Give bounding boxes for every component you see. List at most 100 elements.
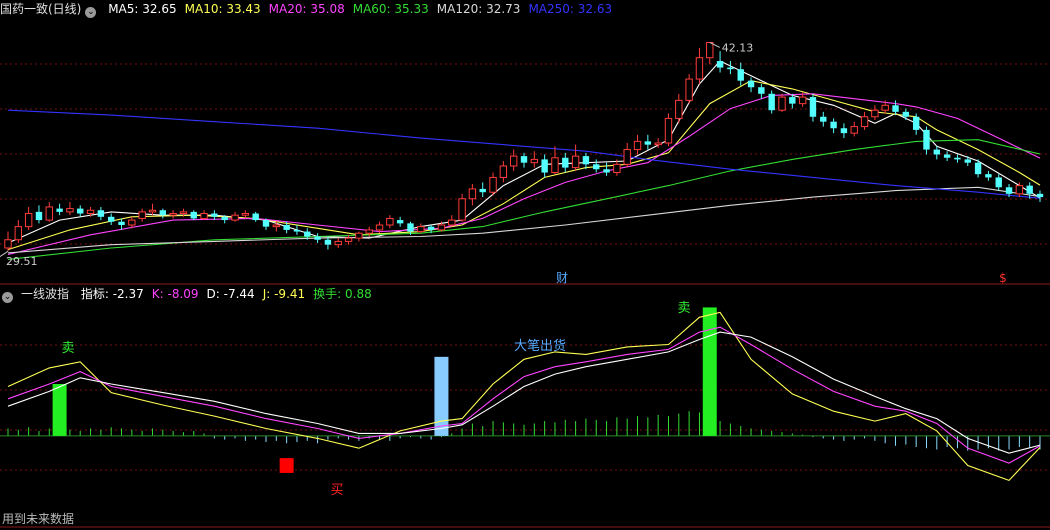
candle-body-down bbox=[995, 177, 1002, 188]
candle-body-down bbox=[324, 239, 332, 245]
ma-label: MA10: 33.43 bbox=[184, 2, 261, 16]
signal-bar bbox=[434, 356, 449, 436]
candle-body-up bbox=[334, 240, 342, 246]
candle-body-up bbox=[458, 198, 466, 221]
candle-body-up bbox=[24, 213, 33, 228]
candle-body-up bbox=[272, 224, 281, 228]
candle-body-down bbox=[56, 208, 63, 212]
candle-body-down bbox=[902, 111, 910, 117]
candle-body-up bbox=[706, 41, 714, 59]
candle-body-up bbox=[778, 96, 786, 111]
candle-body-up bbox=[571, 155, 580, 169]
candle-body-down bbox=[211, 213, 218, 217]
candle-body-up bbox=[169, 213, 177, 216]
candle-body-down bbox=[933, 149, 940, 155]
candle-body-up bbox=[509, 155, 518, 167]
candle-body-down bbox=[396, 220, 404, 224]
candle-body-up bbox=[4, 239, 12, 249]
candle-body-down bbox=[190, 211, 197, 219]
candle-body-down bbox=[520, 156, 528, 163]
event-marker[interactable]: $ bbox=[999, 271, 1007, 285]
candlesticks bbox=[4, 41, 1044, 252]
indicator-title: 一线波指 bbox=[21, 287, 70, 301]
candle-body-down bbox=[644, 141, 652, 145]
candle-body-up bbox=[365, 229, 373, 234]
footer-note: 用到未来数据 bbox=[2, 512, 75, 526]
candle-body-down bbox=[562, 157, 569, 168]
indicator-label: J: -9.41 bbox=[262, 287, 306, 301]
candle-body-down bbox=[262, 220, 270, 227]
candle-body-down bbox=[603, 169, 610, 173]
candle-body-up bbox=[675, 99, 683, 119]
candle-body-up bbox=[623, 149, 631, 165]
candle-body-down bbox=[923, 129, 930, 150]
candle-body-down bbox=[479, 188, 486, 193]
candle-body-up bbox=[633, 140, 642, 151]
candle-body-down bbox=[954, 157, 961, 160]
candle-body-up bbox=[530, 158, 539, 164]
ma-label: MA5: 32.65 bbox=[108, 2, 177, 16]
candle-body-up bbox=[355, 232, 363, 239]
candle-body-up bbox=[417, 226, 425, 233]
chevron-down-icon[interactable]: ⌄ bbox=[85, 7, 97, 18]
candle-body-down bbox=[747, 80, 755, 88]
candle-body-down bbox=[820, 116, 827, 122]
candle-body-up bbox=[871, 109, 879, 118]
candle-body-down bbox=[304, 231, 311, 237]
candle-body-up bbox=[231, 214, 239, 221]
candle-body-down bbox=[221, 216, 228, 221]
signal-label: 买 bbox=[330, 483, 343, 498]
candle-body-up bbox=[613, 163, 621, 174]
candle-body-down bbox=[974, 162, 982, 175]
ma-label: MA250: 32.63 bbox=[528, 2, 613, 16]
candle-body-up bbox=[798, 96, 807, 105]
candle-body-down bbox=[964, 159, 971, 163]
candle-body-up bbox=[881, 104, 889, 111]
candle-body-up bbox=[344, 237, 353, 242]
indicator-label: 换手: 0.88 bbox=[313, 287, 372, 301]
candle-body-up bbox=[448, 219, 456, 226]
signal-labels: 卖大笔出货买卖 bbox=[61, 301, 690, 498]
event-marker[interactable]: 财 bbox=[556, 271, 568, 285]
candle-body-down bbox=[1036, 193, 1044, 198]
candle-body-up bbox=[200, 213, 208, 219]
candle-body-down bbox=[789, 97, 796, 104]
candle-body-down bbox=[293, 229, 301, 232]
candle-body-down bbox=[427, 226, 435, 230]
signal-bar bbox=[279, 458, 294, 473]
candle-body-down bbox=[716, 61, 724, 68]
signal-bar bbox=[52, 384, 67, 436]
candle-body-down bbox=[727, 67, 734, 70]
ma-label: MA120: 32.73 bbox=[436, 2, 521, 16]
high-price-label: 42.13 bbox=[722, 41, 754, 54]
candle-body-up bbox=[386, 217, 394, 226]
candle-body-up bbox=[695, 57, 704, 80]
candle-body-up bbox=[860, 116, 869, 128]
indicator-panel-header: ⌄ 一线波指 指标: -2.37 K: -8.09 D: -7.44 J: -9.41 换… bbox=[0, 284, 1050, 304]
candle-body-up bbox=[1015, 185, 1024, 195]
candle-body-up bbox=[499, 165, 508, 178]
candle-body-down bbox=[593, 164, 600, 170]
candle-body-down bbox=[768, 93, 775, 111]
stock-title: 国药一致(日线) bbox=[0, 2, 82, 16]
candle-body-down bbox=[97, 210, 105, 217]
candle-body-down bbox=[912, 116, 920, 130]
candle-body-up bbox=[437, 224, 446, 231]
ma-line-ma120 bbox=[7, 186, 1041, 254]
candle-body-up bbox=[45, 206, 53, 221]
candle-body-up bbox=[850, 126, 858, 134]
candle-body-down bbox=[737, 69, 744, 81]
chevron-down-icon[interactable]: ⌄ bbox=[2, 292, 13, 303]
indicator-label: K: -8.09 bbox=[151, 287, 199, 301]
ma-label: MA20: 35.08 bbox=[268, 2, 345, 16]
candle-body-down bbox=[943, 154, 951, 158]
candle-body-down bbox=[35, 211, 43, 221]
signal-label: 卖 bbox=[61, 341, 74, 356]
candle-body-up bbox=[685, 78, 693, 101]
candle-body-up bbox=[468, 188, 477, 200]
candle-body-down bbox=[314, 236, 321, 240]
candle-body-up bbox=[664, 117, 673, 144]
candle-body-down bbox=[892, 105, 899, 112]
candle-body-down bbox=[108, 216, 115, 222]
indicator-label: 指标: -2.37 bbox=[80, 287, 144, 301]
